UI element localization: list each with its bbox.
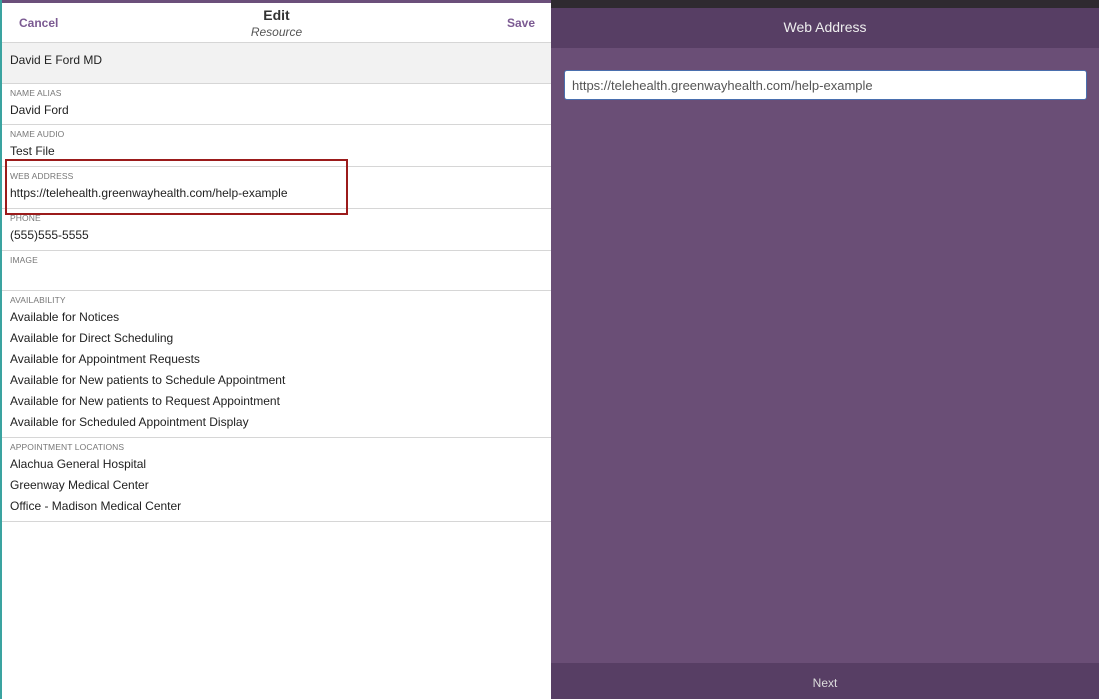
availability-item[interactable]: Available for New patients to Request Ap… (10, 394, 285, 415)
resource-name-row[interactable]: David E Ford MD (2, 43, 551, 84)
modal-title: Web Address (783, 19, 867, 35)
appointment-locations-list: Alachua General Hospital Greenway Medica… (10, 457, 181, 520)
resource-name: David E Ford MD (10, 53, 103, 67)
availability-item[interactable]: Available for Notices (10, 310, 285, 331)
availability-list: Available for Notices Available for Dire… (10, 310, 285, 436)
name-alias-label: NAME ALIAS (10, 88, 62, 98)
modal-footer: Next (551, 663, 1099, 699)
page-title: Edit (263, 7, 290, 23)
name-audio-value: Test File (10, 144, 55, 158)
web-address-modal: Web Address Next (551, 0, 1099, 699)
location-item[interactable]: Alachua General Hospital (10, 457, 181, 478)
modal-header: Web Address (551, 8, 1099, 48)
availability-item[interactable]: Available for Direct Scheduling (10, 331, 285, 352)
web-address-row[interactable]: WEB ADDRESS https://telehealth.greenwayh… (2, 167, 551, 209)
availability-label: AVAILABILITY (10, 295, 66, 305)
appointment-locations-label: APPOINTMENT LOCATIONS (10, 442, 125, 452)
image-row[interactable]: IMAGE (2, 251, 551, 291)
availability-item[interactable]: Available for Appointment Requests (10, 352, 285, 373)
name-alias-row[interactable]: NAME ALIAS David Ford (2, 84, 551, 125)
availability-item[interactable]: Available for New patients to Schedule A… (10, 373, 285, 394)
name-alias-value: David Ford (10, 103, 69, 117)
phone-value: (555)555-5555 (10, 228, 89, 242)
edit-header: Cancel Edit Resource Save (2, 3, 551, 43)
web-address-input[interactable] (564, 70, 1087, 100)
phone-label: PHONE (10, 213, 41, 223)
name-audio-row[interactable]: NAME AUDIO Test File (2, 125, 551, 167)
next-button[interactable]: Next (551, 676, 1099, 690)
modal-top-strip (551, 0, 1099, 8)
availability-item[interactable]: Available for Scheduled Appointment Disp… (10, 415, 285, 436)
appointment-locations-section: APPOINTMENT LOCATIONS Alachua General Ho… (2, 438, 551, 522)
web-address-label: WEB ADDRESS (10, 171, 74, 181)
name-audio-label: NAME AUDIO (10, 129, 65, 139)
save-button[interactable]: Save (507, 16, 535, 30)
location-item[interactable]: Greenway Medical Center (10, 478, 181, 499)
web-address-value: https://telehealth.greenwayhealth.com/he… (10, 186, 288, 200)
phone-row[interactable]: PHONE (555)555-5555 (2, 209, 551, 251)
availability-section: AVAILABILITY Available for Notices Avail… (2, 291, 551, 438)
image-label: IMAGE (10, 255, 38, 265)
page-subtitle: Resource (250, 25, 303, 39)
edit-resource-panel: Cancel Edit Resource Save David E Ford M… (0, 0, 553, 699)
location-item[interactable]: Office - Madison Medical Center (10, 499, 181, 520)
